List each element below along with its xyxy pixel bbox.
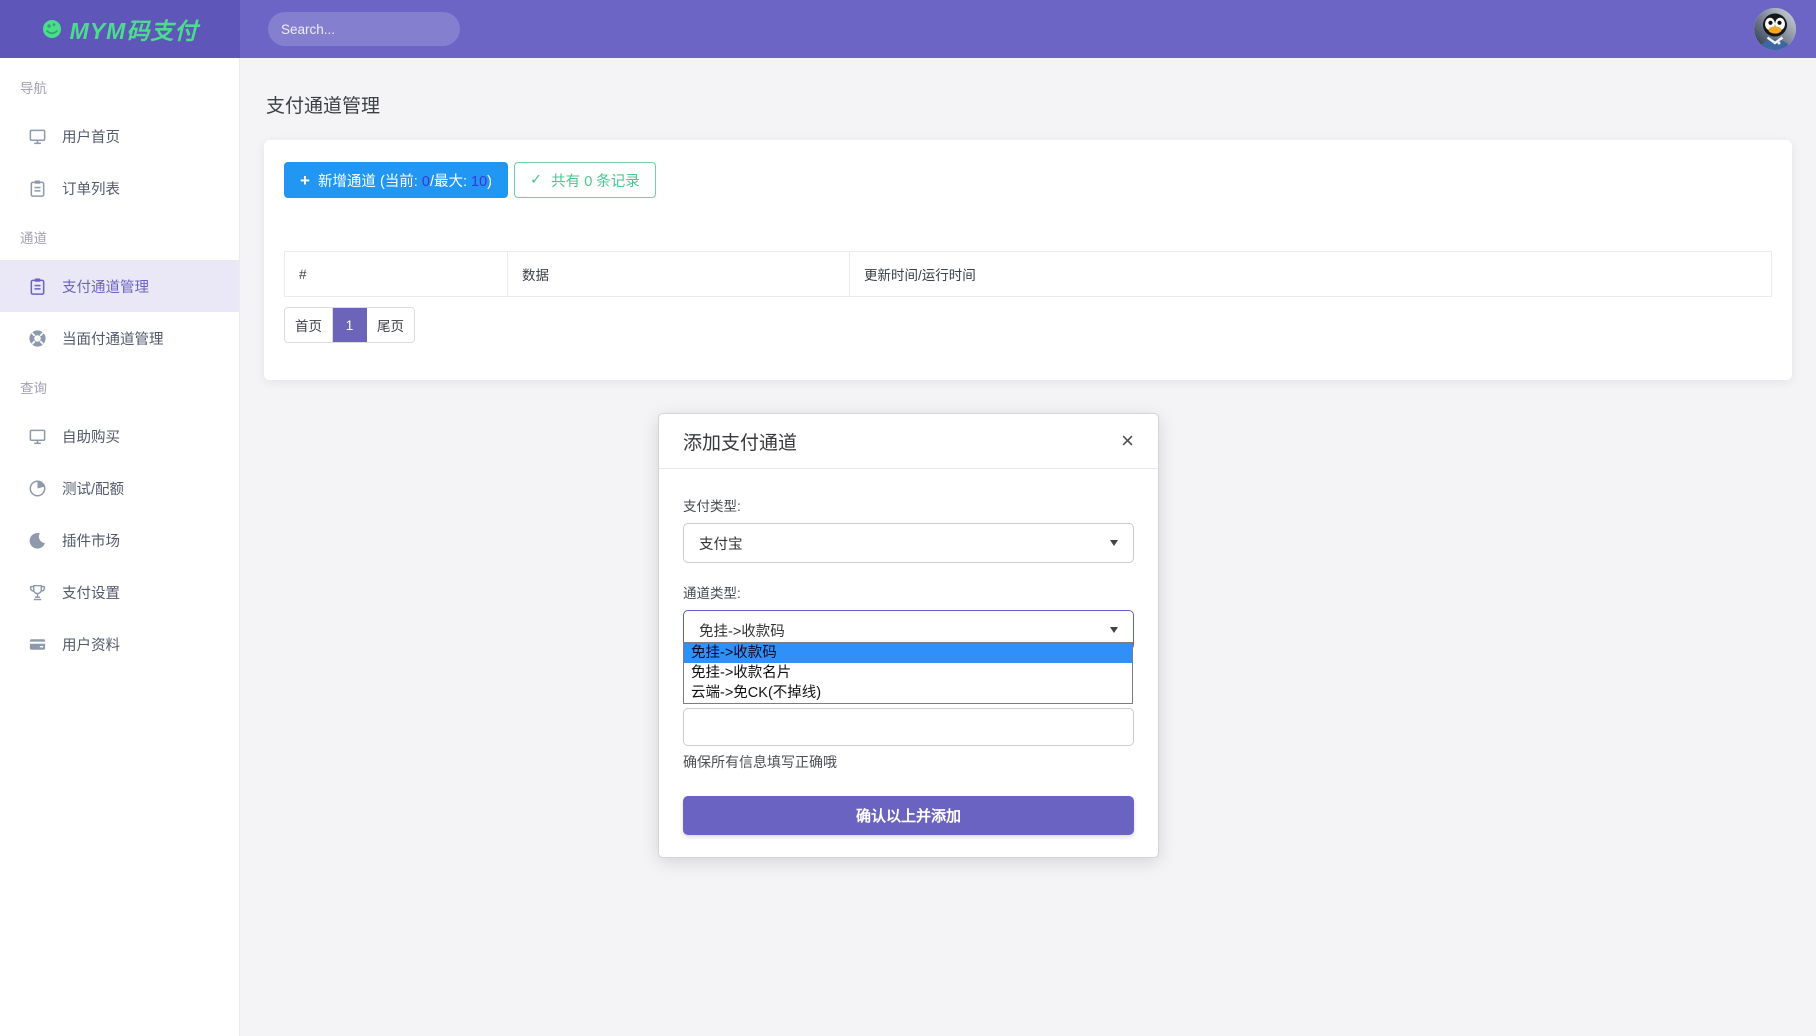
sidebar-item-label: 支付通道管理: [62, 276, 149, 297]
life-ring-icon: [28, 329, 47, 348]
sidebar-section-channel: 通道: [0, 214, 239, 260]
channel-data-input[interactable]: [683, 708, 1134, 746]
user-avatar[interactable]: [1754, 8, 1796, 50]
modal-title: 添加支付通道: [683, 428, 797, 455]
sidebar-item-f2f-channel-mgmt[interactable]: 当面付通道管理: [0, 312, 239, 364]
channel-list-card: + 新增通道 (当前: 0/最大: 10) ✓ 共有 0 条记录 # 数据 更新…: [264, 140, 1792, 380]
confirm-add-button[interactable]: 确认以上并添加: [683, 796, 1134, 835]
monitor-icon: [28, 127, 47, 146]
sidebar-item-order-list[interactable]: 订单列表: [0, 162, 239, 214]
add-channel-label: 新增通道 (当前: 0/最大: 10): [318, 170, 492, 191]
modal-header: 添加支付通道 ×: [659, 414, 1158, 469]
clipboard-icon: [28, 179, 47, 198]
sidebar-item-test-quota[interactable]: 测试/配额: [0, 462, 239, 514]
sidebar-section-query: 查询: [0, 364, 239, 410]
chevron-down-icon: [1110, 627, 1118, 633]
sidebar-item-user-profile[interactable]: 用户资料: [0, 618, 239, 670]
sidebar-item-label: 支付设置: [62, 582, 120, 603]
modal-note: 确保所有信息填写正确哦: [683, 752, 1134, 772]
pagination: 首页 1 尾页: [284, 307, 415, 343]
logo-ball-icon: [42, 19, 62, 39]
sidebar-item-label: 当面付通道管理: [62, 328, 164, 349]
records-count-label: 共有 0 条记录: [551, 170, 640, 191]
records-count-button[interactable]: ✓ 共有 0 条记录: [514, 162, 656, 198]
top-navbar: MYM码支付: [0, 0, 1816, 58]
sidebar-item-label: 插件市场: [62, 530, 120, 551]
qq-penguin-icon: [1754, 8, 1796, 50]
payment-type-label: 支付类型:: [683, 495, 1134, 515]
dropdown-option-shoukuanma[interactable]: 免挂->收款码: [684, 643, 1132, 663]
clipboard-icon: [28, 277, 47, 296]
check-icon: ✓: [530, 172, 542, 188]
sidebar-section-nav: 导航: [0, 64, 239, 110]
col-header-data: 数据: [508, 252, 850, 297]
close-icon[interactable]: ×: [1121, 430, 1134, 452]
dropdown-option-shoukuanmingpian[interactable]: 免挂->收款名片: [684, 663, 1132, 683]
channel-type-value: 免挂->收款码: [699, 620, 785, 641]
plus-icon: +: [300, 172, 310, 189]
payment-type-value: 支付宝: [699, 533, 743, 554]
pagination-first[interactable]: 首页: [285, 308, 333, 342]
table-header-row: # 数据 更新时间/运行时间: [285, 252, 1772, 297]
credit-card-icon: [28, 635, 47, 654]
search-box: [268, 12, 460, 46]
channel-type-label: 通道类型:: [683, 582, 1134, 602]
app-logo[interactable]: MYM码支付: [0, 0, 240, 58]
add-channel-button[interactable]: + 新增通道 (当前: 0/最大: 10): [284, 162, 508, 198]
sidebar-item-payment-settings[interactable]: 支付设置: [0, 566, 239, 618]
payment-type-select[interactable]: 支付宝: [683, 523, 1134, 563]
max-count: 10: [471, 174, 487, 190]
sidebar-item-self-purchase[interactable]: 自助购买: [0, 410, 239, 462]
chevron-down-icon: [1110, 540, 1118, 546]
search-input[interactable]: [281, 22, 458, 37]
pagination-last[interactable]: 尾页: [367, 308, 414, 342]
sidebar-nav: 导航 用户首页 订单列表 通道 支付通道管理: [0, 58, 240, 1036]
sidebar-item-user-home[interactable]: 用户首页: [0, 110, 239, 162]
sidebar-item-plugin-market[interactable]: 插件市场: [0, 514, 239, 566]
trophy-icon: [28, 583, 47, 602]
moon-icon: [28, 531, 47, 550]
sidebar-item-payment-channel-mgmt[interactable]: 支付通道管理: [0, 260, 239, 312]
sidebar-item-label: 自助购买: [62, 426, 120, 447]
page-title: 支付通道管理: [266, 91, 1816, 118]
current-count: 0: [422, 174, 430, 190]
monitor-icon: [28, 427, 47, 446]
sidebar-item-label: 测试/配额: [62, 478, 124, 499]
dropdown-option-yunduan[interactable]: 云端->免CK(不掉线): [684, 683, 1132, 703]
sidebar-item-label: 用户资料: [62, 634, 120, 655]
channels-table: # 数据 更新时间/运行时间: [284, 251, 1772, 297]
logo-text: MYM码支付: [70, 12, 199, 46]
col-header-index: #: [285, 252, 508, 297]
pie-chart-icon: [28, 479, 47, 498]
add-channel-modal: 添加支付通道 × 支付类型: 支付宝 通道类型: 免挂->收款码 确保所有信息填…: [658, 413, 1159, 858]
pagination-page-1[interactable]: 1: [333, 308, 367, 342]
sidebar-item-label: 订单列表: [62, 178, 120, 199]
sidebar-item-label: 用户首页: [62, 126, 120, 147]
channel-type-dropdown: 免挂->收款码 免挂->收款名片 云端->免CK(不掉线): [683, 642, 1133, 704]
col-header-updated: 更新时间/运行时间: [850, 252, 1772, 297]
